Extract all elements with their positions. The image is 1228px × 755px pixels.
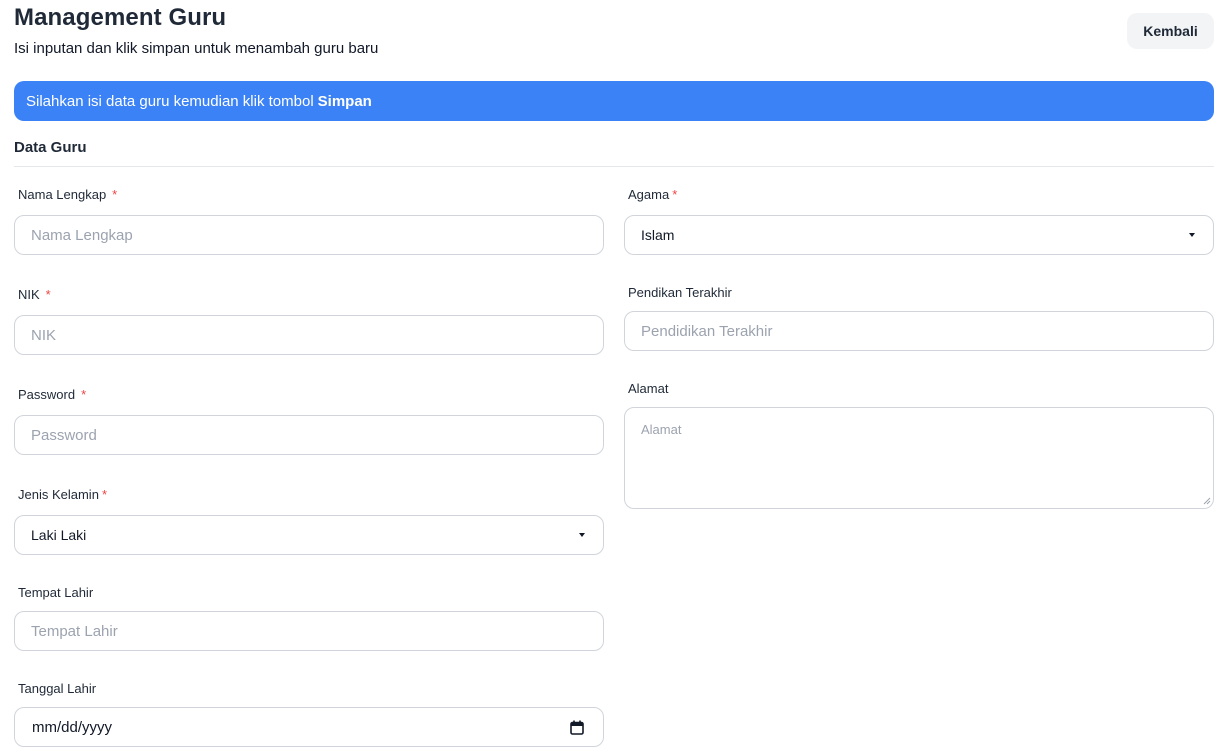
password-label-text: Password: [18, 387, 76, 402]
nik-input[interactable]: [14, 315, 604, 355]
tempat-lahir-label-text: Tempat Lahir: [18, 585, 94, 600]
pendidikan-terakhir-input[interactable]: [624, 311, 1214, 351]
tanggal-lahir-input[interactable]: mm/dd/yyyy: [14, 707, 604, 747]
date-placeholder: mm/dd/yyyy: [32, 718, 113, 736]
page-subtitle: Isi inputan dan klik simpan untuk menamb…: [14, 40, 379, 57]
alert-text: Silahkan isi data guru kemudian klik tom…: [26, 92, 314, 110]
section-divider: [14, 166, 1214, 167]
required-mark: *: [112, 187, 118, 202]
tanggal-lahir-label-text: Tanggal Lahir: [18, 681, 97, 696]
alamat-label-text: Alamat: [628, 381, 669, 396]
back-button[interactable]: Kembali: [1127, 13, 1214, 49]
agama-label-text: Agama: [628, 187, 670, 202]
agama-selected: Islam: [641, 227, 675, 243]
jenis-kelamin-label-text: Jenis Kelamin: [18, 487, 99, 502]
page-title: Management Guru: [14, 4, 227, 31]
jenis-kelamin-label: Jenis Kelamin *: [18, 487, 107, 502]
jenis-kelamin-select[interactable]: Laki Laki: [14, 515, 604, 555]
required-mark: *: [45, 287, 51, 302]
caret-down-icon: [1189, 233, 1195, 237]
calendar-icon[interactable]: [570, 720, 584, 735]
pendidikan-terakhir-label-text: Pendikan Terakhir: [628, 285, 732, 300]
required-mark: *: [101, 487, 107, 502]
nik-label: NIK *: [18, 287, 51, 302]
tanggal-lahir-label: Tanggal Lahir: [18, 681, 96, 696]
password-input[interactable]: [14, 415, 604, 455]
required-mark: *: [672, 187, 678, 202]
alert-emphasis: Simpan: [317, 92, 372, 110]
section-title: Data Guru: [14, 139, 87, 156]
jenis-kelamin-selected: Laki Laki: [31, 527, 87, 543]
required-mark: *: [81, 387, 87, 402]
info-alert: Silahkan isi data guru kemudian klik tom…: [14, 81, 1214, 121]
alamat-textarea[interactable]: [624, 407, 1214, 509]
resize-grip-icon[interactable]: [1203, 497, 1211, 505]
tempat-lahir-input[interactable]: [14, 611, 604, 651]
agama-label: Agama *: [628, 187, 677, 202]
nama-lengkap-input[interactable]: [14, 215, 604, 255]
nama-lengkap-label: Nama Lengkap *: [18, 187, 117, 202]
nama-lengkap-label-text: Nama Lengkap: [18, 187, 107, 202]
pendidikan-terakhir-label: Pendikan Terakhir: [628, 285, 732, 300]
caret-down-icon: [579, 533, 585, 537]
agama-select[interactable]: Islam: [624, 215, 1214, 255]
nik-label-text: NIK: [18, 287, 40, 302]
password-label: Password *: [18, 387, 86, 402]
tempat-lahir-label: Tempat Lahir: [18, 585, 93, 600]
alamat-label: Alamat: [628, 381, 668, 396]
